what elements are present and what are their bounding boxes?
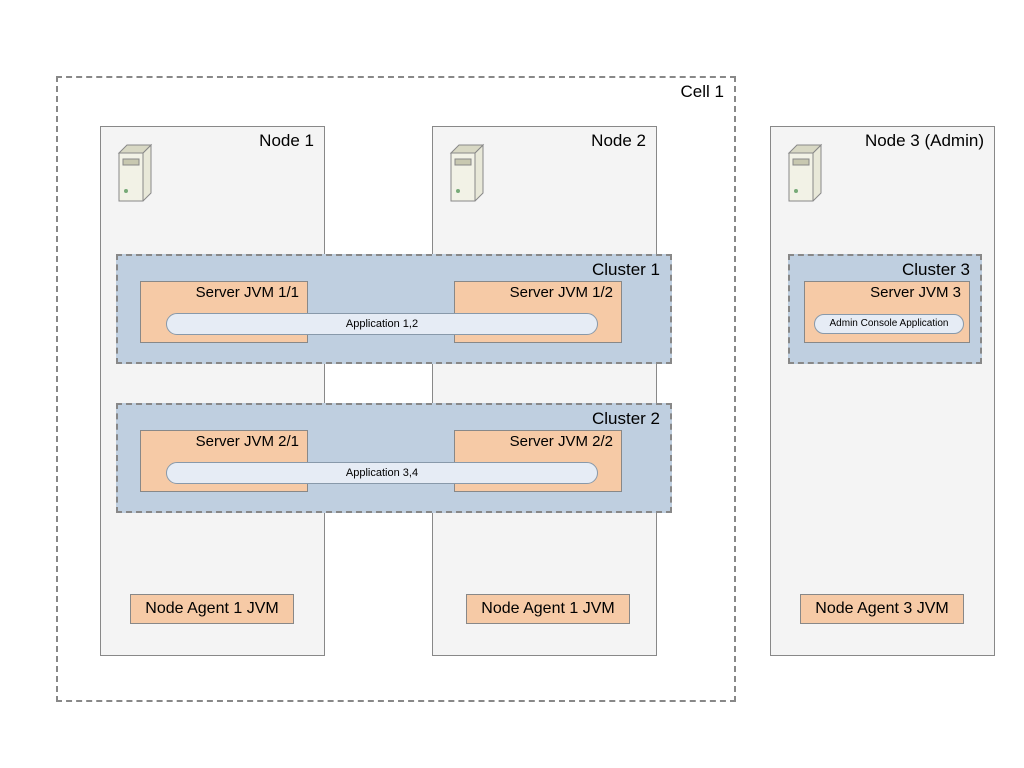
server-jvm-2-2-label: Server JVM 2/2	[510, 433, 613, 450]
cluster1-label: Cluster 1	[592, 260, 660, 280]
node-agent-2: Node Agent 1 JVM	[466, 594, 630, 624]
node2-label: Node 2	[591, 131, 646, 151]
server-icon	[783, 141, 827, 205]
server-jvm-2-1-label: Server JVM 2/1	[196, 433, 299, 450]
server-jvm-3-label: Server JVM 3	[870, 284, 961, 301]
diagram-canvas: Cell 1 Node 1 Node 2 Node 3 (Admin)	[0, 0, 1024, 768]
node1-box: Node 1	[100, 126, 325, 656]
server-icon	[113, 141, 157, 205]
node1-label: Node 1	[259, 131, 314, 151]
node-agent-1: Node Agent 1 JVM	[130, 594, 294, 624]
node-agent-3: Node Agent 3 JVM	[800, 594, 964, 624]
node-agent-2-label: Node Agent 1 JVM	[467, 595, 629, 623]
cluster2-label: Cluster 2	[592, 409, 660, 429]
application-1-2: Application 1,2	[166, 313, 598, 335]
server-icon	[445, 141, 489, 205]
cluster3-label: Cluster 3	[902, 260, 970, 280]
node3-box: Node 3 (Admin)	[770, 126, 995, 656]
cell1-label: Cell 1	[681, 82, 724, 102]
admin-console-application: Admin Console Application	[814, 314, 964, 334]
server-jvm-1-2-label: Server JVM 1/2	[510, 284, 613, 301]
application-3-4: Application 3,4	[166, 462, 598, 484]
server-jvm-1-1-label: Server JVM 1/1	[196, 284, 299, 301]
node-agent-3-label: Node Agent 3 JVM	[801, 595, 963, 623]
node-agent-1-label: Node Agent 1 JVM	[131, 595, 293, 623]
node3-label: Node 3 (Admin)	[865, 131, 984, 151]
node2-box: Node 2	[432, 126, 657, 656]
